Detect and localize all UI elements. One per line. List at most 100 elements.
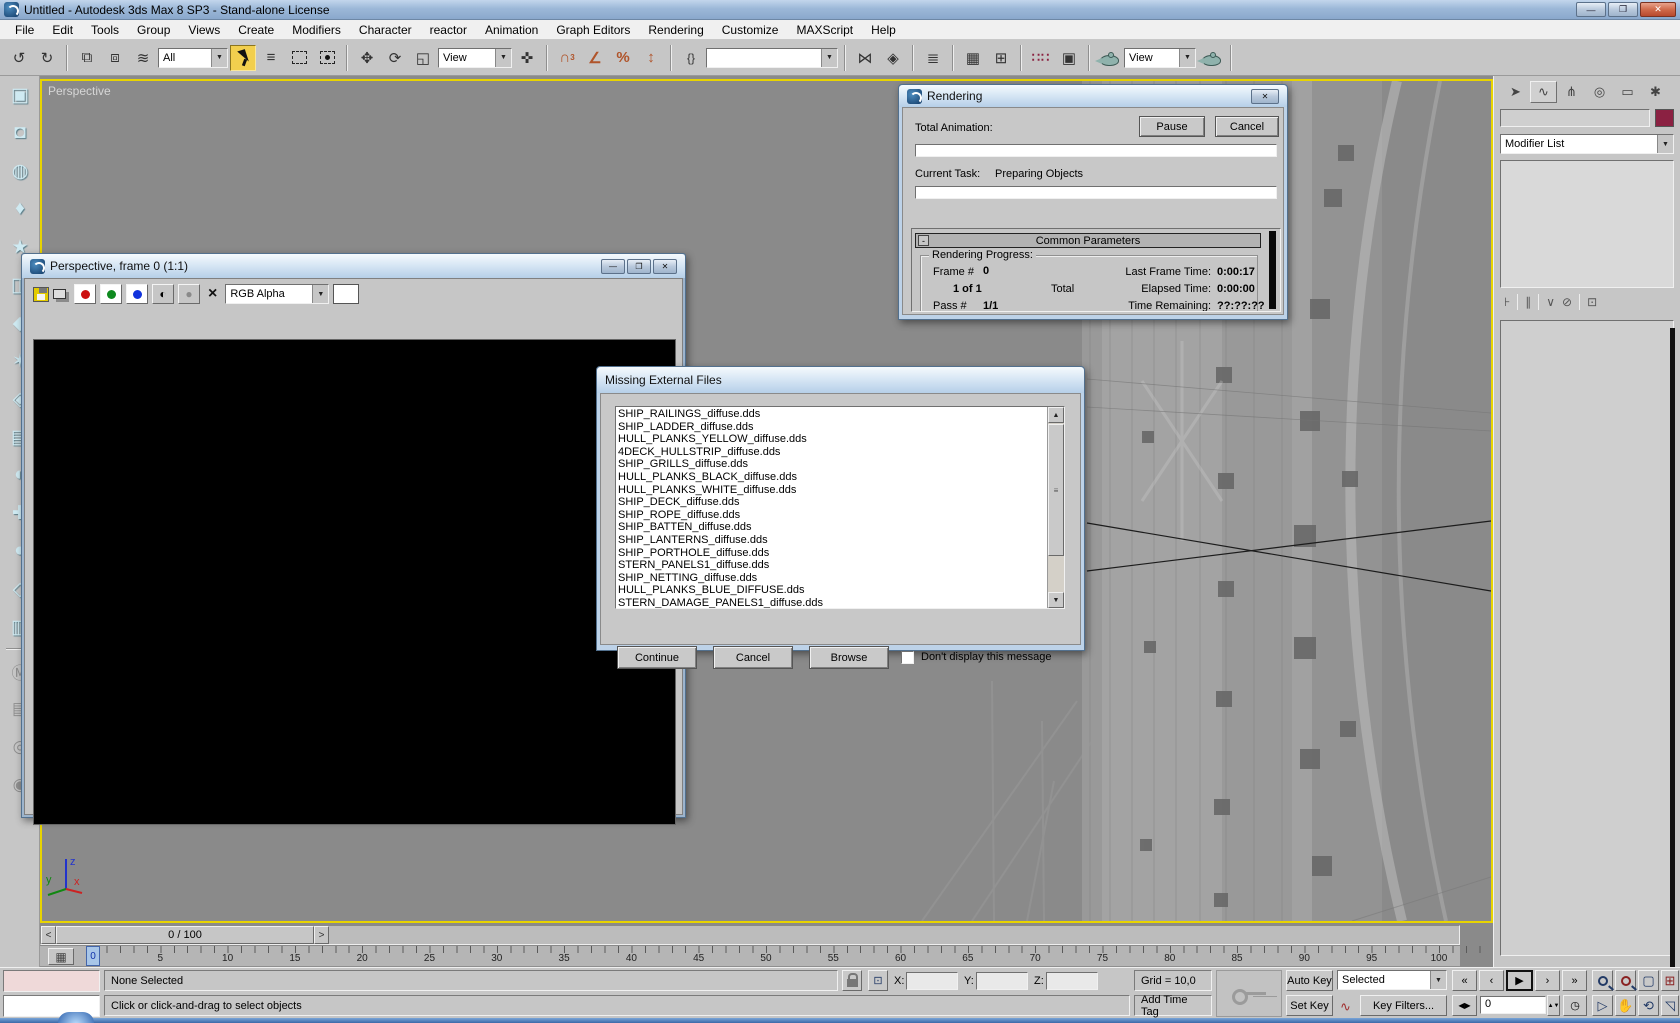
key-filters-button[interactable]: Key Filters...: [1360, 995, 1447, 1016]
tab-toolbar-icon[interactable]: ◍: [0, 152, 40, 190]
viewport-label[interactable]: Perspective: [48, 84, 111, 98]
restore-button[interactable]: ❐: [627, 259, 651, 274]
minimize-button[interactable]: —: [1576, 2, 1606, 17]
redo-icon[interactable]: ↻: [34, 45, 60, 71]
unlink-selection-icon[interactable]: ⧈: [102, 45, 128, 71]
scroll-thumb[interactable]: ≡: [1048, 424, 1064, 556]
file-list-item[interactable]: HULL_PLANKS_BLUE_DIFFUSE.dds: [618, 584, 1046, 597]
angle-snap-icon[interactable]: ∠: [582, 45, 608, 71]
key-filter-curve-icon[interactable]: ∿: [1340, 999, 1351, 1015]
current-frame-marker[interactable]: 0: [86, 946, 100, 966]
close-button[interactable]: ✕: [653, 259, 677, 274]
tab-toolbar-icon[interactable]: ▣: [0, 76, 40, 114]
selection-lock-button[interactable]: [842, 970, 862, 991]
configure-modifier-sets-icon[interactable]: ⊡: [1587, 295, 1597, 309]
snap-toggle-icon[interactable]: ∩3: [554, 45, 580, 71]
file-list-item[interactable]: 4DECK_HULLSTRIP_diffuse.dds: [618, 446, 1046, 459]
time-configuration-button[interactable]: ◷: [1563, 995, 1587, 1016]
quick-render-icon[interactable]: [1096, 45, 1122, 71]
cancel-button[interactable]: Cancel: [713, 646, 793, 669]
select-and-scale-icon[interactable]: ◱: [410, 45, 436, 71]
select-by-name-icon[interactable]: ≡: [258, 45, 284, 71]
missing-files-listbox[interactable]: SHIP_RAILINGS_diffuse.ddsSHIP_LADDER_dif…: [615, 406, 1065, 609]
green-channel-button[interactable]: [100, 284, 122, 304]
chevron-down-icon[interactable]: ▼: [1179, 49, 1195, 67]
channel-display-combo[interactable]: RGB Alpha ▼: [225, 284, 329, 304]
window-crossing-icon[interactable]: [314, 45, 340, 71]
object-color-swatch[interactable]: [1655, 109, 1674, 127]
mirror-icon[interactable]: ⋈: [852, 45, 878, 71]
render-scene-icon[interactable]: ▣: [1056, 45, 1082, 71]
file-list-item[interactable]: SHIP_LADDER_diffuse.dds: [618, 421, 1046, 434]
clone-window-icon[interactable]: [53, 289, 66, 299]
common-parameters-rollout[interactable]: - Common Parameters: [915, 233, 1261, 248]
zoom-region-button[interactable]: [1615, 970, 1636, 991]
menu-item[interactable]: Rendering: [639, 21, 712, 39]
remove-modifier-icon[interactable]: ⊘: [1562, 295, 1572, 309]
mini-curve-editor-icon[interactable]: ▦: [48, 948, 74, 965]
field-of-view-button[interactable]: ▷: [1592, 995, 1613, 1016]
list-scrollbar[interactable]: ▲ ≡ ▼: [1047, 407, 1064, 608]
tab-toolbar-icon[interactable]: ♦: [0, 190, 40, 228]
chevron-down-icon[interactable]: ▼: [1430, 971, 1446, 989]
zoom-button[interactable]: [1592, 970, 1613, 991]
render-type-combo[interactable]: View ▼: [1124, 48, 1196, 68]
panel-scrollbar[interactable]: [1670, 328, 1675, 1023]
key-mode-toggle[interactable]: ◀▶: [1452, 995, 1477, 1016]
file-list-item[interactable]: HULL_PLANKS_WHITE_diffuse.dds: [618, 484, 1046, 497]
close-button[interactable]: ✕: [1640, 2, 1676, 17]
background-color-swatch[interactable]: [333, 284, 359, 304]
absolute-offset-toggle[interactable]: ⊡: [868, 970, 888, 991]
pin-stack-icon[interactable]: ⊦: [1504, 295, 1510, 309]
z-coordinate-field[interactable]: [1046, 972, 1098, 990]
maximize-viewport-button[interactable]: ◹: [1661, 995, 1679, 1016]
undo-icon[interactable]: ↺: [6, 45, 32, 71]
collapse-icon[interactable]: -: [918, 235, 929, 246]
material-editor-icon[interactable]: ∷∷: [1028, 45, 1054, 71]
dont-display-checkbox[interactable]: [901, 651, 914, 664]
rectangular-selection-icon[interactable]: [286, 45, 312, 71]
file-list-item[interactable]: HULL_PLANKS_YELLOW_diffuse.dds: [618, 433, 1046, 446]
chevron-down-icon[interactable]: ▼: [312, 285, 328, 303]
named-selection-combo[interactable]: ▼: [706, 48, 838, 68]
pause-button[interactable]: Pause: [1139, 116, 1205, 137]
file-list-item[interactable]: STERN_DAMAGE_PANELS1_diffuse.dds: [618, 597, 1046, 609]
tab-motion-icon[interactable]: ◎: [1586, 81, 1613, 103]
menu-item[interactable]: Group: [128, 21, 179, 39]
file-list-item[interactable]: SHIP_RAILINGS_diffuse.dds: [618, 408, 1046, 421]
browse-button[interactable]: Browse: [809, 646, 889, 669]
file-list-item[interactable]: SHIP_ROPE_diffuse.dds: [618, 509, 1046, 522]
file-list-item[interactable]: SHIP_DECK_diffuse.dds: [618, 496, 1046, 509]
tab-modify-icon[interactable]: ∿: [1530, 81, 1557, 103]
minimize-button[interactable]: —: [601, 259, 625, 274]
missing-files-titlebar[interactable]: Missing External Files: [597, 367, 1084, 393]
select-and-move-icon[interactable]: ✥: [354, 45, 380, 71]
menu-item[interactable]: Animation: [476, 21, 547, 39]
modifier-list-combo[interactable]: Modifier List ▼: [1500, 134, 1674, 154]
previous-frame-button[interactable]: ‹: [1479, 970, 1504, 991]
chevron-down-icon[interactable]: ▼: [495, 49, 511, 67]
show-end-result-icon[interactable]: ∥: [1525, 295, 1531, 309]
file-list-item[interactable]: SHIP_NETTING_diffuse.dds: [618, 572, 1046, 585]
dialog-scrollbar[interactable]: [1269, 231, 1276, 309]
selection-filter-combo[interactable]: All ▼: [158, 48, 228, 68]
alpha-channel-button[interactable]: ●: [178, 284, 200, 304]
restore-button[interactable]: ❐: [1608, 2, 1638, 17]
menu-item[interactable]: File: [6, 21, 43, 39]
auto-key-button[interactable]: Auto Key: [1286, 970, 1333, 991]
menu-item[interactable]: Customize: [713, 21, 788, 39]
object-name-field[interactable]: [1500, 109, 1650, 127]
tab-utilities-icon[interactable]: ✱: [1642, 81, 1669, 103]
tab-create-icon[interactable]: ➤: [1502, 81, 1529, 103]
select-object-button[interactable]: [230, 45, 256, 71]
next-frame-arrow[interactable]: >: [314, 926, 329, 944]
spinner-snap-icon[interactable]: ↕: [638, 45, 664, 71]
percent-snap-icon[interactable]: %: [610, 45, 636, 71]
maxscript-mini-listener-pink[interactable]: [3, 970, 100, 992]
tab-toolbar-icon[interactable]: ◘: [0, 114, 40, 152]
menu-item[interactable]: Create: [229, 21, 283, 39]
file-list-item[interactable]: SHIP_GRILLS_diffuse.dds: [618, 458, 1046, 471]
named-selection-sets-icon[interactable]: {}: [678, 45, 704, 71]
windows-start-orb[interactable]: [58, 1012, 94, 1023]
render-window-titlebar[interactable]: Perspective, frame 0 (1:1) — ❐ ✕: [22, 254, 685, 278]
